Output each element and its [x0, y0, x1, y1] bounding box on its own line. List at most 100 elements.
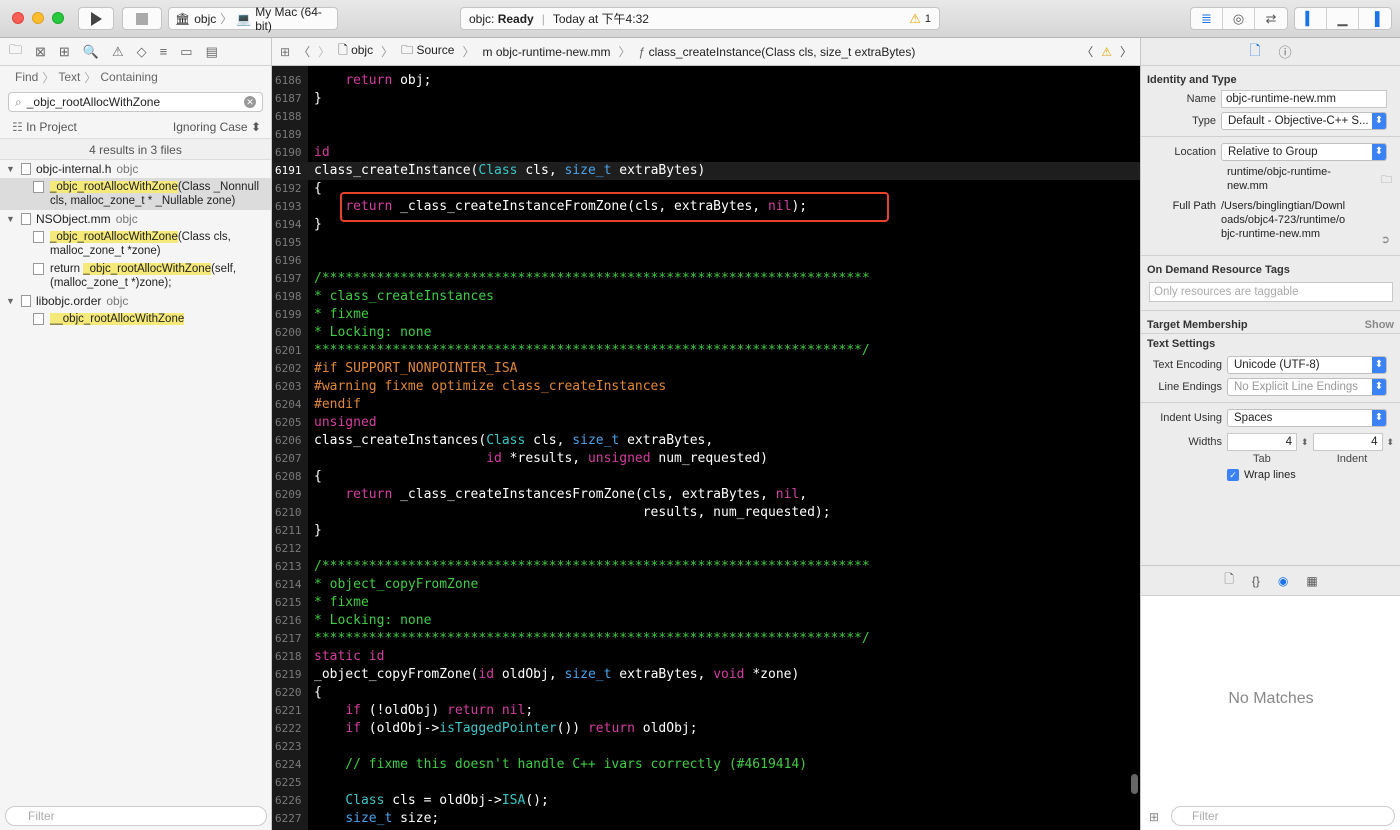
tab-width-stepper[interactable]: ⬍ — [1301, 437, 1309, 448]
code-line[interactable]: 6198 * class_createInstances — [272, 288, 1140, 306]
code-line[interactable]: 6189 — [272, 126, 1140, 144]
code-line[interactable]: 6209 return _class_createInstancesFromZo… — [272, 486, 1140, 504]
code-line[interactable]: 6217 ************************************… — [272, 630, 1140, 648]
issue-navigator-icon[interactable]: ⚠ — [112, 44, 124, 60]
result-file-group[interactable]: ▼ NSObject.mm objc — [0, 210, 271, 228]
file-template-library-icon[interactable]: 🗋 — [1224, 570, 1234, 591]
encoding-popup[interactable]: Unicode (UTF-8) — [1227, 356, 1387, 374]
code-line[interactable]: 6218 static id — [272, 648, 1140, 666]
checkbox-checked-icon[interactable]: ✓ — [1227, 469, 1239, 481]
warning-count[interactable]: 1 — [925, 13, 931, 25]
disclosure-triangle-icon[interactable]: ▼ — [6, 214, 16, 224]
report-navigator-icon[interactable]: ▤ — [206, 44, 218, 60]
find-search-field[interactable]: ⌕ _objc_rootAllocWithZone ✕ — [8, 92, 263, 112]
breakpoint-navigator-icon[interactable]: ▭ — [180, 44, 192, 60]
search-result-row[interactable]: return _objc_rootAllocWithZone(self, (ma… — [0, 260, 271, 292]
code-line[interactable]: 6226 Class cls = oldObj->ISA(); — [272, 792, 1140, 810]
code-line[interactable]: 6201 ************************************… — [272, 342, 1140, 360]
code-line[interactable]: 6197 /***********************************… — [272, 270, 1140, 288]
indent-using-popup[interactable]: Spaces — [1227, 409, 1387, 427]
resource-tags-field[interactable]: Only resources are taggable — [1149, 282, 1393, 302]
next-issue-icon[interactable]: 〉 — [1120, 43, 1132, 60]
navigator-filter-field[interactable]: Filter — [5, 806, 267, 826]
media-library-icon[interactable]: ▦ — [1306, 574, 1317, 588]
code-line[interactable]: 6196 — [272, 252, 1140, 270]
name-field[interactable]: objc-runtime-new.mm — [1221, 90, 1387, 108]
warning-icon[interactable]: ⚠ — [909, 11, 921, 27]
code-line[interactable]: 6222 if (oldObj->isTaggedPointer()) retu… — [272, 720, 1140, 738]
jump-symbol[interactable]: ƒ class_createInstance(Class cls, size_t… — [639, 45, 916, 59]
result-file-group[interactable]: ▼ libobjc.order objc — [0, 292, 271, 310]
case-selector[interactable]: Ignoring Case ⬍ — [173, 120, 261, 134]
code-line[interactable]: 6215 * fixme — [272, 594, 1140, 612]
debug-area-toggle-icon[interactable]: ▁ — [1327, 8, 1359, 29]
find-mode[interactable]: Find — [15, 70, 38, 84]
code-line[interactable]: 6224 // fixme this doesn't handle C++ iv… — [272, 756, 1140, 774]
code-line[interactable]: 6195 — [272, 234, 1140, 252]
code-line[interactable]: 6219 _object_copyFromZone(id oldObj, size… — [272, 666, 1140, 684]
jump-project[interactable]: 🗋 objc — [338, 41, 373, 62]
tab-width-field[interactable]: 4 — [1227, 433, 1297, 451]
file-inspector-icon[interactable]: 🗋 — [1249, 40, 1260, 64]
code-line[interactable]: 6204 #endif — [272, 396, 1140, 414]
grid-view-icon[interactable]: ⊞ — [1149, 810, 1159, 824]
scheme-selector[interactable]: 🏛 objc 〉 💻 My Mac (64-bit) — [168, 5, 338, 33]
find-navigator-icon[interactable]: 🔍 — [83, 44, 99, 60]
find-type[interactable]: Text — [58, 70, 80, 84]
reveal-in-finder-icon[interactable]: ➲ — [1381, 233, 1390, 247]
search-input[interactable]: _objc_rootAllocWithZone — [27, 95, 160, 109]
show-button[interactable]: Show — [1365, 319, 1394, 331]
code-line[interactable]: 6220 { — [272, 684, 1140, 702]
location-popup[interactable]: Relative to Group — [1221, 143, 1387, 161]
code-line[interactable]: 6199 * fixme — [272, 306, 1140, 324]
code-line[interactable]: 6227 size_t size; — [272, 810, 1140, 828]
previous-issue-icon[interactable]: 〈 — [1081, 43, 1093, 60]
forward-arrow-icon[interactable]: 〉 — [318, 43, 330, 60]
source-editor[interactable]: 6186 return obj; 6187} 6188 6189 6190 id 6191 c… — [272, 66, 1140, 830]
run-button[interactable] — [78, 7, 114, 30]
code-line[interactable]: 6214 * object_copyFromZone — [272, 576, 1140, 594]
utilities-toggle-icon[interactable]: ▐ — [1359, 8, 1391, 29]
close-window-button[interactable] — [12, 12, 24, 24]
scope-selector[interactable]: ☷ In Project — [12, 120, 77, 134]
indent-width-stepper[interactable]: ⬍ — [1387, 437, 1395, 448]
choose-folder-icon[interactable]: 🗀 — [1381, 173, 1392, 193]
minimize-window-button[interactable] — [32, 12, 44, 24]
jump-file[interactable]: m objc-runtime-new.mm — [483, 45, 611, 59]
source-control-navigator-icon[interactable]: ⊠ — [35, 44, 46, 60]
quick-help-icon[interactable]: ⓘ — [1279, 42, 1292, 61]
code-line[interactable]: 6223 — [272, 738, 1140, 756]
navigator-toggle-icon[interactable]: ▍ — [1295, 8, 1327, 29]
type-popup[interactable]: Default - Objective-C++ S... — [1221, 112, 1387, 130]
assistant-editor-icon[interactable]: ◎ — [1223, 8, 1255, 29]
code-line[interactable]: 6211} — [272, 522, 1140, 540]
search-result-row[interactable]: _objc_rootAllocWithZone(Class _Nonnull c… — [0, 178, 271, 210]
test-navigator-icon[interactable]: ◇ — [137, 44, 147, 60]
disclosure-triangle-icon[interactable]: ▼ — [6, 296, 16, 306]
object-library-icon[interactable]: ◉ — [1278, 574, 1288, 588]
indent-width-field[interactable]: 4 — [1312, 433, 1383, 451]
code-line[interactable]: 6191 class_createInstance(Class cls, size… — [272, 162, 1140, 180]
disclosure-triangle-icon[interactable]: ▼ — [6, 164, 16, 174]
code-line[interactable]: 6216 * Locking: none — [272, 612, 1140, 630]
line-endings-popup[interactable]: No Explicit Line Endings — [1227, 378, 1387, 396]
code-line[interactable]: 6187} — [272, 90, 1140, 108]
code-line[interactable]: 6225 — [272, 774, 1140, 792]
code-line[interactable]: 6202 #if SUPPORT_NONPOINTER_ISA — [272, 360, 1140, 378]
clear-search-icon[interactable]: ✕ — [244, 96, 256, 108]
code-line[interactable]: 6200 * Locking: none — [272, 324, 1140, 342]
find-mode-path[interactable]: Find 〉 Text 〉 Containing — [0, 66, 271, 88]
code-snippet-library-icon[interactable]: {} — [1252, 574, 1260, 588]
back-arrow-icon[interactable]: 〈 — [298, 43, 310, 60]
code-line[interactable]: 6188 — [272, 108, 1140, 126]
code-line[interactable]: 6205 unsigned — [272, 414, 1140, 432]
code-line[interactable]: 6212 — [272, 540, 1140, 558]
find-match-style[interactable]: Containing — [100, 70, 157, 84]
standard-editor-icon[interactable]: ≣ — [1191, 8, 1223, 29]
editor-scrollbar[interactable] — [1131, 774, 1138, 794]
code-line[interactable]: 6207 id *results, unsigned num_requested… — [272, 450, 1140, 468]
code-line[interactable]: 6221 if (!oldObj) return nil; — [272, 702, 1140, 720]
code-line[interactable]: 6208 { — [272, 468, 1140, 486]
jump-folder[interactable]: 🗀 Source — [401, 41, 454, 62]
version-editor-icon[interactable]: ⇄ — [1255, 8, 1287, 29]
